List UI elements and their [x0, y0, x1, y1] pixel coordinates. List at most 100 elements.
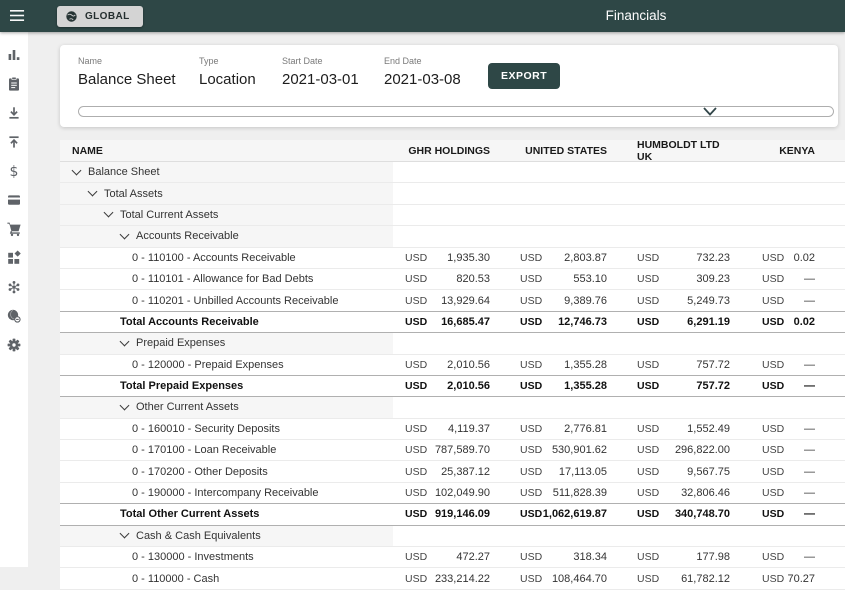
- row-name-cell: 0 - 110201 - Unbilled Accounts Receivabl…: [60, 290, 393, 310]
- amount-value: 102,049.90: [435, 487, 490, 499]
- amount-value: 732.23: [696, 252, 730, 264]
- horizontal-scroll-track[interactable]: [78, 106, 834, 117]
- bar-chart-icon[interactable]: [6, 47, 22, 63]
- table-row: Balance Sheet: [60, 162, 845, 183]
- widgets-icon[interactable]: [6, 250, 22, 266]
- table-row: 0 - 110101 - Allowance for Bad DebtsUSD8…: [60, 269, 845, 290]
- menu-icon[interactable]: [9, 8, 26, 23]
- currency-label: USD: [637, 252, 659, 264]
- value-cell: USD233,214.22: [405, 568, 490, 588]
- currency-label: USD: [405, 487, 427, 499]
- currency-label: USD: [520, 423, 542, 435]
- row-name-cell: 0 - 120000 - Prepaid Expenses: [60, 355, 393, 375]
- value-cell: USD25,387.12: [405, 461, 490, 481]
- amount-value: 4,119.37: [448, 423, 490, 435]
- amount-value: 16,685.47: [441, 316, 490, 328]
- row-label: Prepaid Expenses: [136, 337, 225, 349]
- currency-label: USD: [405, 444, 427, 456]
- value-cell: USD—: [762, 376, 815, 396]
- currency-label: USD: [405, 551, 427, 563]
- field-start-date-value[interactable]: 2021-03-01: [282, 71, 359, 88]
- table-row: 0 - 170200 - Other Deposits USD25,387.12 U…: [60, 461, 845, 482]
- row-label: Cash & Cash Equivalents: [136, 530, 261, 542]
- amount-value: —: [804, 444, 815, 456]
- amount-value: 2,010.56: [447, 380, 490, 392]
- chevron-down-icon[interactable]: [120, 401, 130, 411]
- value-cell: USD13,929.64: [405, 290, 490, 310]
- chevron-down-icon[interactable]: [120, 229, 130, 239]
- field-type-value[interactable]: Location: [199, 71, 256, 88]
- row-name-cell[interactable]: Cash & Cash Equivalents: [60, 526, 393, 546]
- value-cell: USD12,746.73: [520, 312, 607, 332]
- currency-label: USD: [637, 423, 659, 435]
- row-label: 0 - 110000 - Cash: [132, 573, 219, 585]
- table-row: Total Assets: [60, 183, 845, 204]
- sphere-remove-icon[interactable]: [6, 308, 22, 324]
- hub-icon[interactable]: [6, 279, 22, 295]
- row-name-cell[interactable]: Total Current Assets: [60, 205, 393, 225]
- table-row: Total Accounts ReceivableUSD16,685.47USD…: [60, 311, 845, 333]
- table-row: Total Current Assets: [60, 205, 845, 226]
- chevron-down-icon[interactable]: [702, 106, 718, 117]
- row-name-cell[interactable]: Total Assets: [60, 183, 393, 203]
- global-button[interactable]: GLOBAL: [57, 6, 143, 27]
- value-cell: USD530,901.62: [520, 440, 607, 460]
- currency-label: USD: [405, 273, 427, 285]
- amount-value: 13,929.64: [441, 295, 490, 307]
- amount-value: 2,010.56: [447, 359, 490, 371]
- value-cell: USD1,062,619.87: [520, 504, 607, 524]
- value-cell: USD—: [762, 461, 815, 481]
- row-label: 0 - 170200 - Other Deposits: [132, 466, 268, 478]
- column-header-kenya: KENYA: [762, 140, 815, 161]
- amount-value: —: [804, 423, 815, 435]
- value-cell: USD16,685.47: [405, 312, 490, 332]
- table-row: Prepaid Expenses: [60, 333, 845, 354]
- row-name-cell[interactable]: Balance Sheet: [60, 162, 393, 182]
- row-name-cell[interactable]: Accounts Receivable: [60, 226, 393, 246]
- financial-table: NAME GHR HOLDINGS UNITED STATES HUMBOLDT…: [60, 140, 845, 590]
- chevron-down-icon[interactable]: [72, 165, 82, 175]
- currency-label: USD: [762, 273, 784, 285]
- amount-value: —: [804, 466, 815, 478]
- value-cell: USD1,355.28: [520, 376, 607, 396]
- table-row: 0 - 110000 - CashUSD233,214.22USD108,464…: [60, 568, 845, 589]
- export-button[interactable]: EXPORT: [488, 63, 560, 89]
- value-cell: USD309.23: [637, 269, 730, 289]
- credit-card-icon[interactable]: [6, 192, 22, 208]
- currency-label: USD: [520, 508, 542, 520]
- amount-value: 1,552.49: [687, 423, 730, 435]
- field-name-value[interactable]: Balance Sheet: [78, 71, 176, 88]
- download-icon[interactable]: [6, 105, 22, 121]
- row-label: Total Accounts Receivable: [120, 316, 259, 328]
- row-name-cell[interactable]: Prepaid Expenses: [60, 333, 393, 353]
- chevron-down-icon[interactable]: [120, 529, 130, 539]
- amount-value: 340,748.70: [675, 508, 730, 520]
- clipboard-icon[interactable]: [6, 76, 22, 92]
- dollar-icon[interactable]: $: [6, 163, 22, 179]
- currency-label: USD: [637, 359, 659, 371]
- value-cell: USD472.27: [405, 547, 490, 567]
- currency-label: USD: [762, 316, 784, 328]
- chevron-down-icon[interactable]: [120, 336, 130, 346]
- value-cell: USD 102,049.90: [405, 483, 490, 503]
- field-end-date-value[interactable]: 2021-03-08: [384, 71, 461, 88]
- shopping-cart-icon[interactable]: [6, 221, 22, 237]
- row-label: Total Assets: [104, 188, 163, 200]
- value-cell: USD919,146.09: [405, 504, 490, 524]
- amount-value: 25,387.12: [441, 466, 490, 478]
- value-cell: USD—: [762, 269, 815, 289]
- chevron-down-icon[interactable]: [88, 187, 98, 197]
- row-name-cell[interactable]: Other Current Assets: [60, 397, 393, 417]
- amount-value: —: [804, 295, 815, 307]
- field-type: Type Location: [199, 56, 256, 88]
- amount-value: 17,113.05: [559, 466, 607, 478]
- upload-icon[interactable]: [6, 134, 22, 150]
- currency-label: USD: [637, 551, 659, 563]
- top-bar: GLOBAL Financials: [0, 0, 845, 32]
- chevron-down-icon[interactable]: [104, 208, 114, 218]
- value-cell: USD70.27: [762, 568, 815, 588]
- gear-icon[interactable]: [6, 337, 22, 353]
- currency-label: USD: [637, 508, 659, 520]
- amount-value: 530,901.62: [552, 444, 607, 456]
- value-cell: USD511,828.39: [520, 483, 607, 503]
